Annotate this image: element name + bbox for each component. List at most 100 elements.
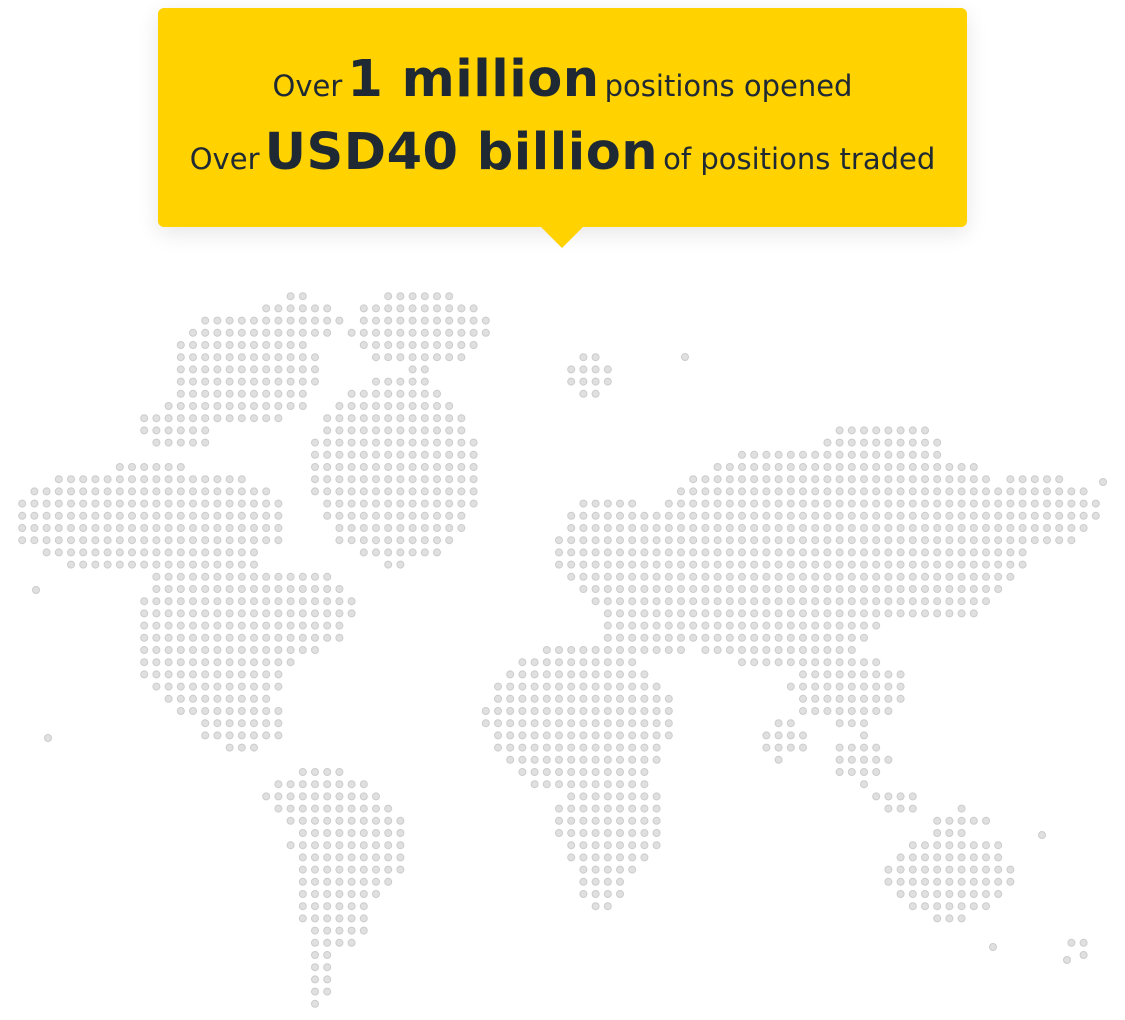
map-dot (530, 719, 539, 728)
map-dot (445, 499, 454, 508)
map-dot (384, 877, 393, 886)
map-dot (518, 682, 527, 691)
map-dot (689, 609, 698, 618)
map-dot (323, 926, 332, 935)
map-dot (1006, 877, 1015, 886)
map-dot (860, 475, 868, 484)
map-dot (994, 841, 1003, 850)
map-dot (213, 585, 222, 593)
map-dot (42, 499, 51, 508)
map-dot (1006, 548, 1015, 557)
map-dot (847, 524, 856, 532)
map-dot (323, 938, 332, 947)
map-dot (591, 707, 600, 715)
map-dot (823, 499, 832, 508)
map-dot (701, 621, 710, 630)
map-dot (799, 743, 807, 752)
map-dot (847, 609, 856, 618)
map-dot (701, 536, 710, 545)
map-dot (1006, 475, 1015, 484)
map-dot (664, 597, 673, 606)
map-dot (237, 682, 246, 691)
map-dot (567, 731, 576, 740)
map-dot (347, 511, 356, 520)
map-dot (189, 633, 197, 642)
map-dot (140, 511, 149, 520)
map-dot (640, 853, 649, 862)
map-dot (408, 316, 417, 325)
map-dot (664, 719, 673, 728)
map-dot (396, 328, 405, 337)
map-dot (250, 560, 258, 569)
map-dot (286, 377, 295, 386)
map-dot (201, 328, 210, 337)
map-dot (213, 377, 222, 386)
map-dot (969, 524, 978, 532)
map-dot (311, 450, 319, 459)
map-dot (237, 353, 246, 362)
map-dot (616, 804, 624, 813)
map-dot (213, 597, 222, 606)
map-dot (189, 402, 197, 410)
map-dot (201, 365, 210, 374)
stat-prefix: Over (272, 69, 343, 103)
map-dot (274, 585, 283, 593)
map-dot (542, 768, 551, 776)
map-dot (140, 560, 149, 569)
map-dot (91, 548, 100, 557)
map-dot (835, 707, 844, 715)
map-dot (713, 536, 722, 545)
map-dot (579, 731, 588, 740)
map-dot (908, 536, 917, 545)
map-dot (189, 438, 197, 447)
map-dot (896, 585, 905, 593)
map-dot (640, 743, 649, 752)
map-dot (762, 633, 771, 642)
map-dot (262, 585, 271, 593)
map-dot (420, 548, 429, 557)
map-dot (616, 597, 624, 606)
map-dot (567, 804, 576, 813)
map-dot (835, 450, 844, 459)
map-dot (347, 499, 356, 508)
map-dot (567, 548, 576, 557)
map-dot (713, 548, 722, 557)
map-dot (518, 731, 527, 740)
map-dot (201, 389, 210, 398)
map-dot (860, 536, 868, 545)
map-dot (164, 670, 173, 679)
map-dot (786, 572, 795, 581)
map-dot (140, 524, 149, 532)
map-dot (799, 572, 807, 581)
map-dot (835, 536, 844, 545)
map-dot (335, 938, 344, 947)
map-dot (933, 511, 942, 520)
map-dot (872, 548, 881, 557)
map-dot (616, 719, 624, 728)
map-dot (884, 511, 893, 520)
map-dot (579, 499, 588, 508)
map-dot (945, 853, 954, 862)
map-dot (311, 633, 319, 642)
map-dot (1006, 572, 1015, 581)
map-dot (847, 597, 856, 606)
map-dot (1038, 831, 1046, 839)
map-dot (335, 585, 344, 593)
map-dot (115, 536, 124, 545)
map-dot (1018, 536, 1027, 545)
map-dot (323, 304, 332, 313)
map-dot (213, 719, 222, 728)
map-dot (67, 548, 75, 557)
map-dot (640, 609, 649, 618)
map-dot (323, 780, 332, 789)
map-dot (274, 658, 283, 667)
map-dot (530, 768, 539, 776)
map-dot (908, 511, 917, 520)
map-dot (982, 524, 990, 532)
map-dot (872, 792, 881, 801)
map-dot (213, 341, 222, 349)
map-dot (323, 890, 332, 898)
map-dot (896, 804, 905, 813)
map-dot (103, 536, 112, 545)
map-dot (372, 414, 380, 423)
